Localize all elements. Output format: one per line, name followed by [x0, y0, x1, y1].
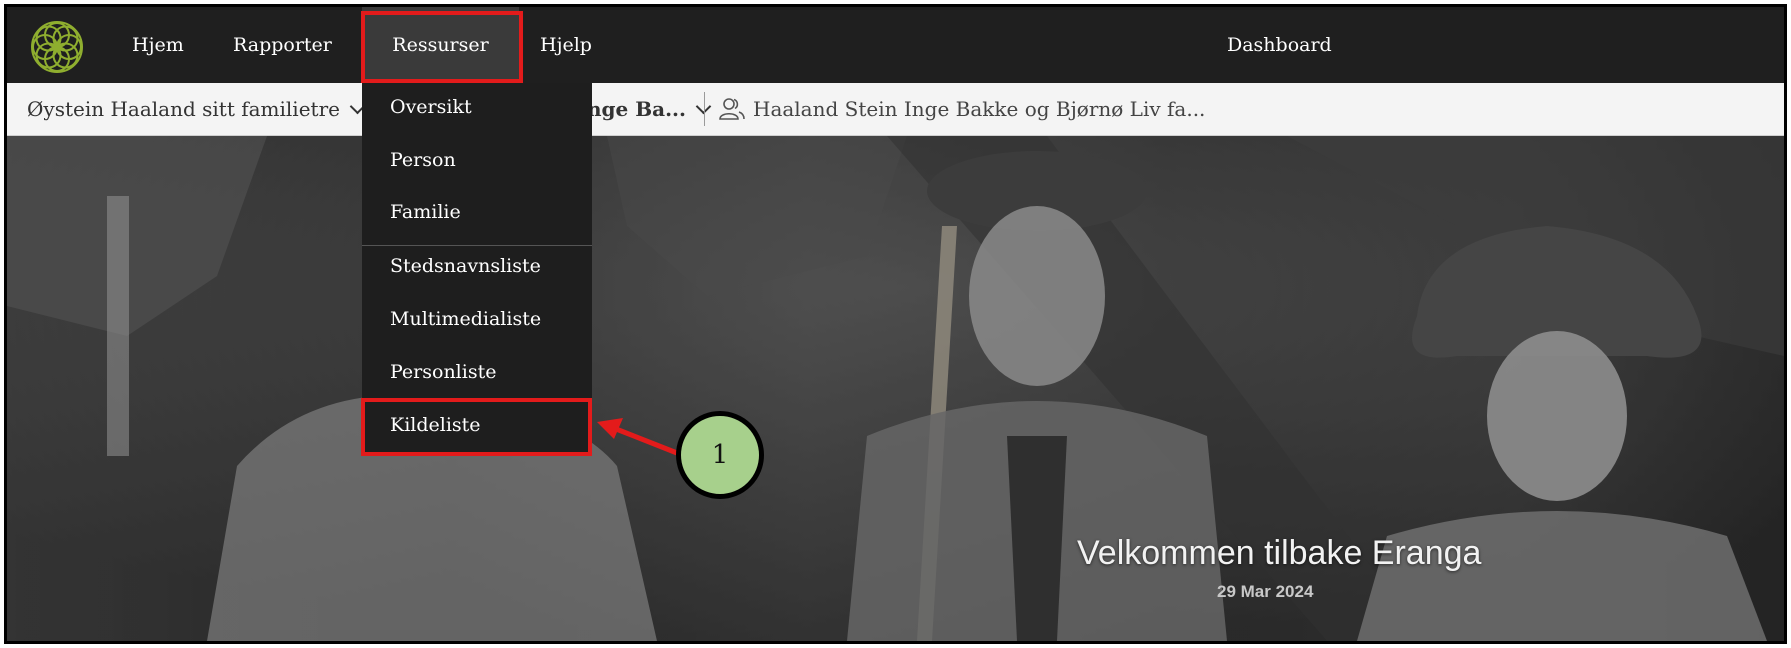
divider — [704, 92, 705, 126]
menu-item-familie[interactable]: Familie — [362, 201, 592, 223]
menu-item-personliste[interactable]: Personliste — [362, 361, 592, 383]
arrow-icon — [597, 418, 678, 456]
welcome-date: 29 Mar 2024 — [1217, 582, 1314, 601]
menu-divider — [362, 245, 592, 246]
nav-hjelp[interactable]: Hjelp — [540, 7, 592, 83]
logo-icon[interactable] — [29, 19, 85, 75]
menu-item-multimedialiste[interactable]: Multimedialiste — [362, 308, 592, 330]
highlight-ressurser — [361, 11, 523, 83]
tree-selector-label: Øystein Haaland sitt familietre — [27, 97, 340, 121]
tree-selector[interactable]: Øystein Haaland sitt familietre — [27, 83, 366, 135]
nav-rapporter[interactable]: Rapporter — [233, 7, 332, 83]
nav-hjem[interactable]: Hjem — [132, 7, 184, 83]
hero-photo — [7, 136, 1784, 641]
top-navigation: Hjem Rapporter Ressurser Hjelp Dashboard — [7, 7, 1784, 83]
welcome-title: Velkommen tilbake Eranga — [1077, 534, 1482, 572]
family-selector[interactable]: Haaland Stein Inge Bakke og Bjørnø Liv f… — [719, 83, 1205, 135]
menu-item-person[interactable]: Person — [362, 149, 592, 171]
menu-item-oversikt[interactable]: Oversikt — [362, 96, 592, 118]
step-callout: 1 — [676, 411, 764, 499]
family-selector-label: Haaland Stein Inge Bakke og Bjørnø Liv f… — [753, 97, 1206, 121]
person-selector[interactable]: nge Ba... — [587, 83, 712, 135]
app-window: Hjem Rapporter Ressurser Hjelp Dashboard… — [4, 4, 1787, 644]
people-icon — [719, 97, 745, 120]
context-bar: Øystein Haaland sitt familietre nge Ba..… — [7, 83, 1784, 136]
person-selector-label: nge Ba... — [587, 97, 686, 121]
highlight-kildeliste — [361, 398, 592, 456]
dashboard-link[interactable]: Dashboard — [1227, 7, 1332, 83]
hero-banner: Velkommen tilbake Eranga 29 Mar 2024 — [7, 136, 1784, 641]
menu-item-stedsnavnsliste[interactable]: Stedsnavnsliste — [362, 255, 592, 277]
